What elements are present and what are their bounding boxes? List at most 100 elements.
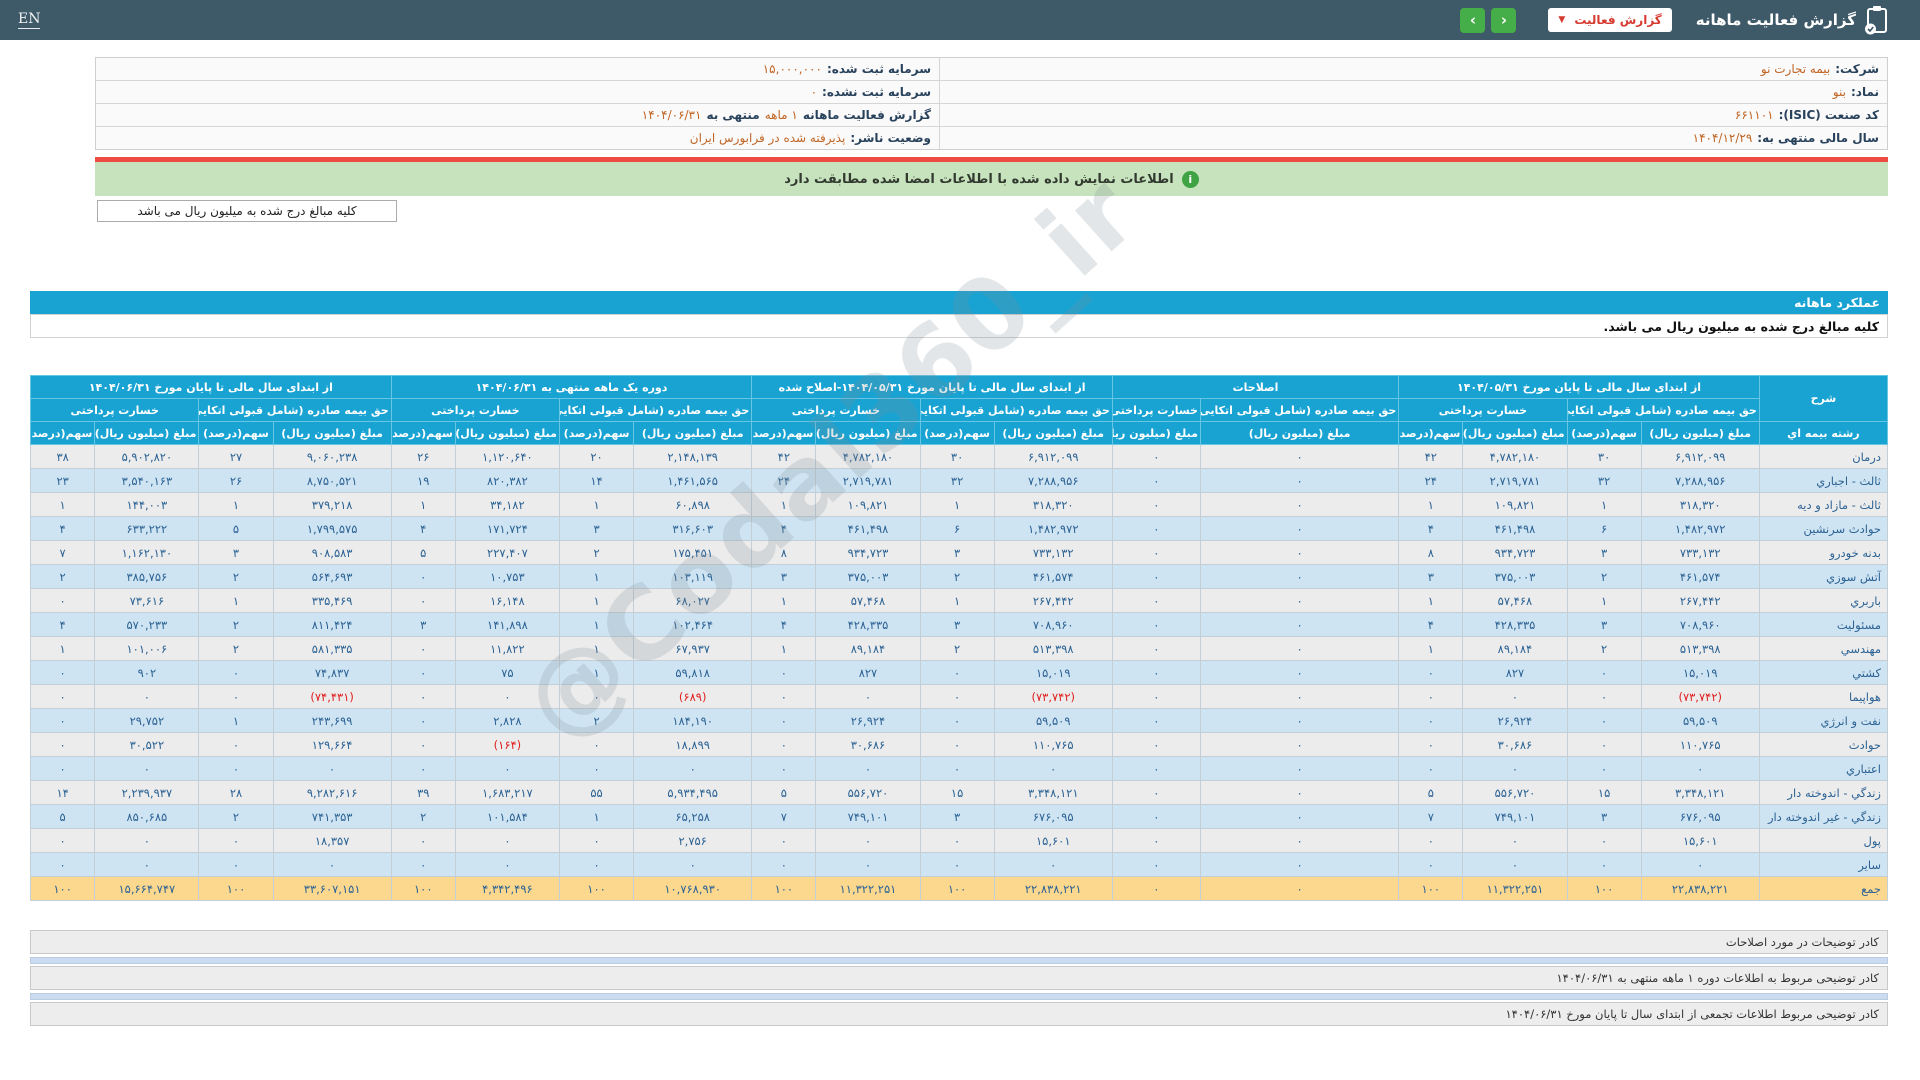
table-row: باربري ۲۶۷,۴۴۲ ۱ ۵۷,۴۶۸ ۱ ۰ ۰ ۲۶۷,۴۴۲ ۱ ۵۷,۴۶۸ ۱ ۶۸… (29, 588, 1889, 613)
table-cell: ۱۰۰ (919, 876, 995, 901)
claims-subheader: خسارت پرداختی (1398, 398, 1568, 422)
table-cell: ۰ (1566, 828, 1642, 853)
table-cell: ۰ (29, 828, 96, 853)
table-cell: ۱ (558, 636, 635, 661)
table-cell: ۷ (751, 804, 817, 829)
table-cell: ۰ (1199, 732, 1400, 757)
premium-subheader: حق بیمه صادره (شامل قبولی اتکایی) (558, 398, 753, 422)
table-cell: ۷,۲۸۸,۹۵۶ (993, 468, 1113, 493)
table-cell: ۱ (751, 492, 817, 517)
table-cell: ۷ (1398, 804, 1464, 829)
table-cell: ۰ (198, 852, 274, 877)
footer-note-period: کادر توضیحی مربوط به اطلاعات دوره ۱ ماهه… (30, 966, 1888, 990)
table-row: بدنه خودرو ۷۳۳,۱۳۲ ۳ ۹۳۴,۷۲۳ ۸ ۰ ۰ ۷۳۳,۱۳۲ ۳ ۹۳۴,… (29, 540, 1889, 565)
table-cell: ۰ (29, 660, 96, 685)
table-cell: ۰ (1199, 708, 1400, 733)
table-cell: ۴ (29, 612, 96, 637)
table-cell: ۲۰ (558, 444, 635, 469)
unregistered-capital-label: سرمایه ثبت نشده: (822, 85, 931, 99)
table-cell: ۰ (815, 828, 921, 853)
amount-header: مبلغ (میلیون ریال) (633, 421, 753, 445)
table-cell: ۱۸۴,۱۹۰ (633, 708, 753, 733)
previous-report-button[interactable]: ‹ (1491, 7, 1517, 33)
table-cell: ۹۳۴,۷۲۳ (815, 540, 921, 565)
table-cell: ۳,۵۴۰,۱۶۳ (94, 468, 200, 493)
table-cell: ۳۷۵,۰۰۳ (815, 564, 921, 589)
table-cell: ۰ (1111, 828, 1201, 853)
table-cell: ۰ (919, 732, 995, 757)
table-cell: ۴,۷۸۲,۱۸۰ (1462, 444, 1568, 469)
table-cell: ۷۰۸,۹۶۰ (993, 612, 1113, 637)
table-cell: ۳۱۸,۳۲۰ (1640, 492, 1760, 517)
table-cell: ۱,۶۸۳,۲۱۷ (454, 780, 560, 805)
col-group-ytd-previous-adjusted: از ابتدای سال مالی تا پایان مورخ ۱۴۰۴/۰۵… (751, 375, 1113, 399)
table-cell: ۰ (454, 756, 560, 781)
table-cell: ۰ (1398, 756, 1464, 781)
table-cell: ۷۵ (454, 660, 560, 685)
table-cell: ۱۲۹,۶۶۴ (272, 732, 392, 757)
table-cell: ۰ (29, 684, 96, 709)
table-cell: ۸۹,۱۸۴ (1462, 636, 1568, 661)
table-cell: ۰ (390, 588, 456, 613)
info-row-fiscal: سال مالی منتهی به: ۱۴۰۴/۱۲/۲۹ وضعیت ناشر… (96, 127, 1887, 149)
table-cell: ۸۵۰,۶۸۵ (94, 804, 200, 829)
table-cell: ۱۱,۳۲۲,۲۵۱ (815, 876, 921, 901)
amount-header: مبلغ (میلیون ریال) (1111, 421, 1201, 445)
table-cell: ۰ (390, 708, 456, 733)
table-cell: ۰ (558, 684, 635, 709)
table-cell: ۲۶ (390, 444, 456, 469)
amount-header: مبلغ (میلیون ریال) (1199, 421, 1400, 445)
table-cell: ۱ (1398, 588, 1464, 613)
table-cell: ۳ (1398, 564, 1464, 589)
table-cell: ۷,۲۸۸,۹۵۶ (1640, 468, 1760, 493)
table-cell: ۰ (390, 852, 456, 877)
table-cell: ۱۸,۸۹۹ (633, 732, 753, 757)
report-period-date: ۱۴۰۴/۰۶/۳۱ (641, 108, 702, 122)
report-type-dropdown[interactable]: گزارش فعالیت ▼ (1548, 8, 1672, 32)
table-cell: ۱ (390, 492, 456, 517)
table-cell: ۲۴۳,۶۹۹ (272, 708, 392, 733)
table-cell: ۲ (390, 804, 456, 829)
table-cell: ۳ (390, 612, 456, 637)
table-cell: ۷۳۳,۱۳۲ (1640, 540, 1760, 565)
table-cell: ۰ (1199, 492, 1400, 517)
table-cell: ۰ (29, 852, 96, 877)
row-header-insurance-line: رشته بیمه اي (1758, 421, 1889, 445)
amount-header: مبلغ (میلیون ریال) (1462, 421, 1568, 445)
table-cell: ۱ (919, 588, 995, 613)
next-report-button[interactable]: › (1460, 7, 1486, 33)
table-cell: ۷۰۸,۹۶۰ (1640, 612, 1760, 637)
table-cell: ۱,۱۲۰,۶۴۰ (454, 444, 560, 469)
table-cell: ۹۰۸,۵۸۳ (272, 540, 392, 565)
col-group-ytd-previous: از ابتدای سال مالی تا پایان مورخ ۱۴۰۴/۰۵… (1398, 375, 1760, 399)
table-cell: ۷۴۱,۳۵۳ (272, 804, 392, 829)
table-cell: ۴۲۸,۳۳۵ (1462, 612, 1568, 637)
table-cell: ۰ (1111, 852, 1201, 877)
table-cell: ۰ (751, 756, 817, 781)
table-row: زندگي - غیر اندوخته دار ۶۷۶,۰۹۵ ۳ ۷۴۹,۱۰۱ ۷ ۰… (29, 804, 1889, 829)
table-cell: ۰ (1566, 732, 1642, 757)
table-cell: ۰ (1398, 708, 1464, 733)
table-cell: ۵ (751, 780, 817, 805)
info-row-symbol: نماد: بنو سرمایه ثبت نشده: ۰ (96, 81, 1887, 104)
table-cell: ۱۰,۷۶۸,۹۳۰ (633, 876, 753, 901)
signature-match-text: اطلاعات نمایش داده شده با اطلاعات امضا ش… (784, 171, 1174, 187)
table-cell: ۴,۷۸۲,۱۸۰ (815, 444, 921, 469)
table-cell: ۰ (272, 852, 392, 877)
table-cell: ۲ (198, 804, 274, 829)
table-cell: ۲۴ (1398, 468, 1464, 493)
table-cell: ۱ (1566, 588, 1642, 613)
table-cell: ۰ (993, 756, 1113, 781)
table-cell: ۳ (1566, 612, 1642, 637)
table-cell: ۰ (1566, 660, 1642, 685)
table-cell: ۰ (558, 852, 635, 877)
claims-subheader: خسارت پرداختی (1111, 398, 1201, 422)
table-cell: ۵۱۳,۳۹۸ (993, 636, 1113, 661)
table-cell: ۲ (919, 636, 995, 661)
share-header: سهم(درصد) (29, 421, 96, 445)
chevron-left-icon: › (1469, 11, 1476, 29)
table-cell: ۱ (558, 588, 635, 613)
language-switch-en[interactable]: EN (18, 11, 41, 29)
clipboard-report-icon (1864, 5, 1890, 35)
chevron-down-icon: ▼ (1558, 15, 1566, 25)
